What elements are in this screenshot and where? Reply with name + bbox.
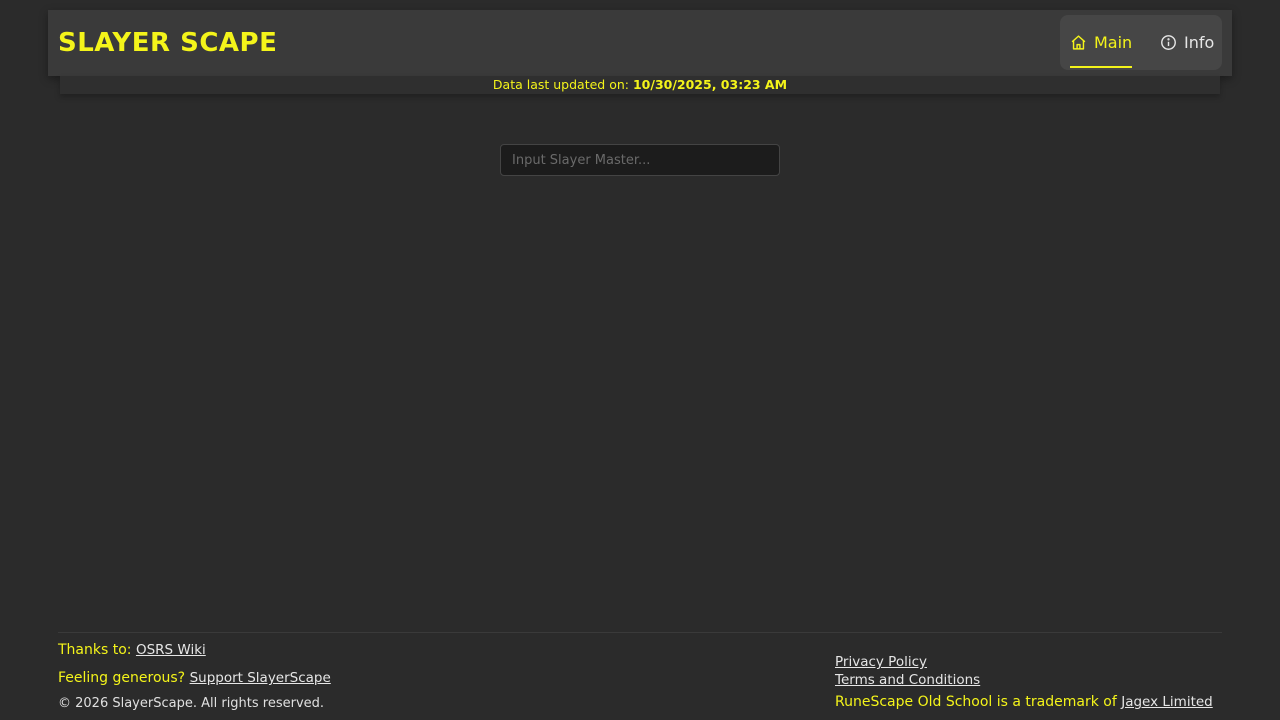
site-logo[interactable]: SLAYER SCAPE: [58, 26, 277, 60]
copyright: © 2026 SlayerScape. All rights reserved.: [58, 696, 325, 711]
footer-divider: [58, 632, 1222, 633]
update-timestamp: 10/30/2025, 03:23 AM: [632, 77, 788, 92]
privacy-policy-link[interactable]: Privacy Policy: [835, 654, 927, 670]
support-line: Feeling generous? Support SlayerScape: [58, 670, 331, 686]
terms-line: Terms and Conditions: [835, 672, 980, 688]
osrs-wiki-link[interactable]: OSRS Wiki: [136, 642, 206, 658]
info-icon: [1161, 35, 1176, 50]
nav-bar: Main Info: [1060, 15, 1222, 70]
support-link[interactable]: Support SlayerScape: [190, 670, 331, 686]
home-icon: [1071, 35, 1086, 50]
page: SLAYER SCAPE Main Info Data last updated…: [0, 0, 1280, 720]
trademark-line: RuneScape Old School is a trademark of J…: [835, 694, 1213, 710]
header: SLAYER SCAPE Main Info: [48, 10, 1232, 76]
support-prefix: Feeling generous?: [58, 670, 186, 686]
nav-main-label: Main: [1094, 33, 1133, 52]
nav-info-label: Info: [1184, 33, 1215, 52]
jagex-link[interactable]: Jagex Limited: [1121, 694, 1213, 710]
nav-info[interactable]: Info: [1160, 15, 1214, 70]
slayer-master-input[interactable]: [500, 144, 780, 176]
update-status-prefix: Data last updated on:: [492, 77, 629, 92]
privacy-line: Privacy Policy: [835, 654, 927, 670]
thanks-line: Thanks to: OSRS Wiki: [58, 642, 206, 658]
update-status-bar: Data last updated on: 10/30/2025, 03:23 …: [60, 76, 1220, 94]
thanks-prefix: Thanks to:: [58, 642, 132, 658]
terms-link[interactable]: Terms and Conditions: [835, 672, 980, 688]
nav-main[interactable]: Main: [1070, 15, 1133, 70]
trademark-prefix: RuneScape Old School is a trademark of: [835, 694, 1117, 710]
